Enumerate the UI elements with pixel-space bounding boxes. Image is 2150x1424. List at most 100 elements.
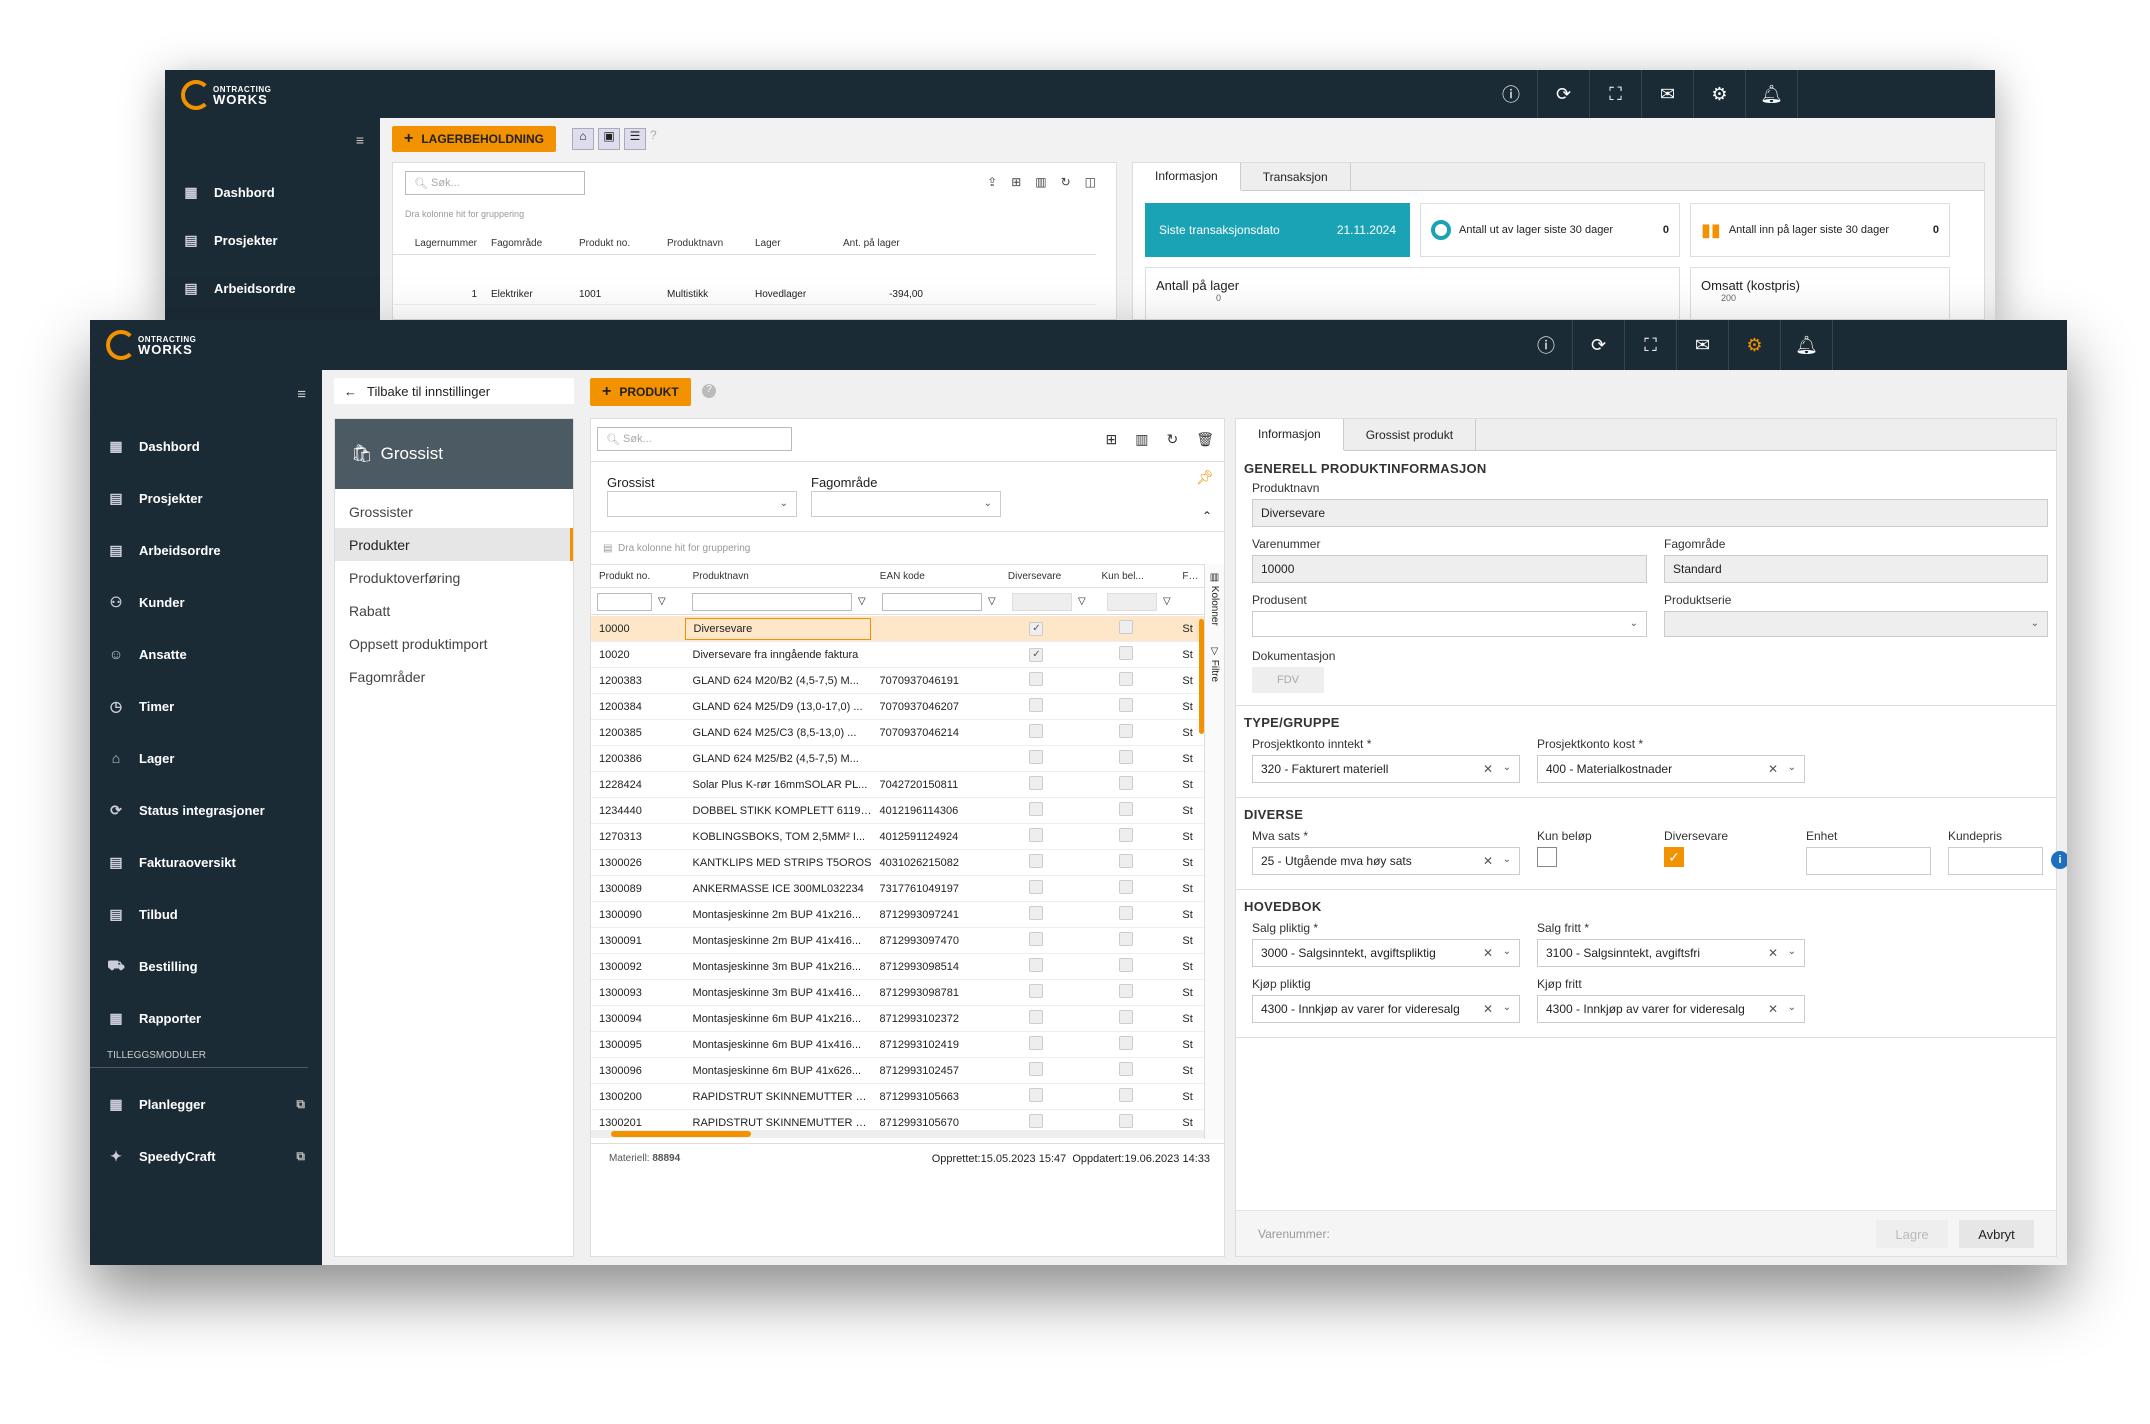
menu-item-produkter[interactable]: Produkter <box>335 528 573 561</box>
filter-input[interactable] <box>597 592 652 611</box>
sidebar-item-prosjekter[interactable]: ▤ Prosjekter <box>165 216 380 264</box>
kun-belop-checkbox[interactable] <box>1119 1062 1134 1076</box>
menu-collapse-icon[interactable]: ≡ <box>297 386 306 403</box>
kun-belop-checkbox[interactable] <box>1537 847 1557 867</box>
chevron-up-icon[interactable]: ⌃ <box>1202 509 1212 523</box>
kun-belop-checkbox[interactable] <box>1119 854 1134 868</box>
tab-transaksjon[interactable]: Transaksjon <box>1241 163 1351 190</box>
table-row[interactable]: 1300094 Montasjeskinne 6m BUP 41x216... 87… <box>591 1006 1204 1032</box>
back-link[interactable]: ← Tilbake til innstillinger <box>334 378 574 404</box>
tab-kolonner[interactable]: ▥ Kolonner <box>1209 572 1220 626</box>
kun-belop-checkbox[interactable] <box>1119 880 1134 894</box>
column-header-kun-belop[interactable]: Kun bel... <box>1094 571 1175 582</box>
table-row[interactable]: 1270313 KOBLINGSBOKS, TOM 2,5MM² I... 4012… <box>591 824 1204 850</box>
table-row[interactable]: 1300093 Montasjeskinne 3m BUP 41x416... 87… <box>591 980 1204 1006</box>
kun-belop-checkbox[interactable] <box>1119 1010 1134 1024</box>
salg-pliktig-select[interactable]: 3000 - Salgsinntekt, avgiftspliktig ✕ ⌄ <box>1252 939 1520 967</box>
horizontal-scrollbar[interactable] <box>591 1130 1204 1138</box>
kun-belop-checkbox[interactable] <box>1119 620 1134 634</box>
sidebar-item-tilbud[interactable]: ▤ Tilbud <box>90 888 322 940</box>
table-row[interactable]: 1300200 RAPIDSTRUT SKINNEMUTTER M... 87129… <box>591 1084 1204 1110</box>
filter-icon[interactable]: ▽ <box>658 596 666 607</box>
kun-belop-checkbox[interactable] <box>1119 984 1134 998</box>
scrollbar-thumb[interactable] <box>611 1131 751 1137</box>
menu-collapse-icon[interactable]: ≡ <box>356 132 364 148</box>
table-row[interactable]: 1234440 DOBBEL STIKK KOMPLETT 61194... 401… <box>591 798 1204 824</box>
sync-icon[interactable]: ⟳ <box>1537 70 1589 118</box>
column-header[interactable]: Lager <box>747 238 835 249</box>
filter-input[interactable] <box>1012 592 1072 611</box>
diversevare-checkbox[interactable] <box>1029 958 1044 972</box>
clear-icon[interactable]: ✕ <box>1483 854 1493 868</box>
diversevare-checkbox[interactable] <box>1029 750 1044 764</box>
clear-icon[interactable]: ✕ <box>1483 946 1493 960</box>
menu-item-fagomrader[interactable]: Fagområder <box>335 660 573 693</box>
warehouse-icon[interactable]: ⌂ <box>572 128 594 150</box>
diversevare-checkbox[interactable] <box>1029 724 1044 738</box>
table-row[interactable]: 1200383 GLAND 624 M20/B2 (4,5-7,5) M... 70… <box>591 668 1204 694</box>
fullscreen-icon[interactable]: ⛶ <box>1624 320 1676 370</box>
table-row[interactable]: 1300095 Montasjeskinne 6m BUP 41x416... 87… <box>591 1032 1204 1058</box>
refresh-icon[interactable]: ↻ <box>1166 431 1178 448</box>
column-header[interactable]: Produkt no. <box>571 238 659 249</box>
konto-kost-select[interactable]: 400 - Materialkostnader ✕ ⌄ <box>1537 755 1805 783</box>
diversevare-checkbox[interactable]: ✓ <box>1029 647 1044 662</box>
produsent-select[interactable]: ⌄ <box>1252 611 1647 637</box>
clear-icon[interactable]: ✕ <box>1483 762 1493 776</box>
search-input[interactable]: 🔍︎ Søk... <box>597 427 792 451</box>
sidebar-item-speedycraft[interactable]: ✦ SpeedyCraft ⧉ <box>90 1130 322 1182</box>
list-view-icon[interactable]: ☰ <box>624 128 646 150</box>
kun-belop-checkbox[interactable] <box>1119 906 1134 920</box>
tab-grossist-produkt[interactable]: Grossist produkt <box>1344 419 1477 450</box>
column-header-produkt-no[interactable]: Produkt no. <box>591 571 685 582</box>
tab-filtre[interactable]: ▽ Filtre <box>1209 646 1220 682</box>
varenummer-field[interactable]: 10000 <box>1252 555 1647 583</box>
table-row[interactable]: 1300092 Montasjeskinne 3m BUP 41x216... 87… <box>591 954 1204 980</box>
excel-icon[interactable]: ⊞ <box>1106 431 1118 448</box>
enhet-input[interactable] <box>1806 847 1931 875</box>
table-row[interactable]: 1200386 GLAND 624 M25/B2 (4,5-7,5) M... St <box>591 746 1204 772</box>
table-row[interactable]: 1300090 Montasjeskinne 2m BUP 41x216... 87… <box>591 902 1204 928</box>
table-row[interactable]: 1300091 Montasjeskinne 2m BUP 41x416... 87… <box>591 928 1204 954</box>
save-button[interactable]: Lagre <box>1876 1220 1948 1248</box>
kun-belop-checkbox[interactable] <box>1119 828 1134 842</box>
refresh-icon[interactable]: ↻ <box>1061 175 1071 189</box>
export-icon[interactable]: ⇪ <box>987 175 997 189</box>
diversevare-checkbox[interactable]: ✓ <box>1664 847 1684 867</box>
fagomrade-field[interactable]: Standard <box>1664 555 2048 583</box>
info-icon[interactable]: i <box>2051 851 2067 869</box>
tab-informasjon[interactable]: Informasjon <box>1133 163 1241 191</box>
menu-item-produktoverforing[interactable]: Produktoverføring <box>335 561 573 594</box>
columns-icon[interactable]: ▥ <box>1135 431 1148 448</box>
sidebar-item-arbeidsordre[interactable]: ▤ Arbeidsordre <box>165 264 380 312</box>
column-header[interactable]: Lagernummer <box>393 238 483 249</box>
table-row[interactable]: 1300096 Montasjeskinne 6m BUP 41x626... 87… <box>591 1058 1204 1084</box>
column-header[interactable]: Produktnavn <box>659 238 747 249</box>
delete-icon[interactable]: 🗑︎ <box>1196 431 1214 448</box>
filter-input[interactable] <box>692 592 852 611</box>
help-icon[interactable]: ? <box>702 384 716 398</box>
fullscreen-icon[interactable]: ⛶ <box>1589 70 1641 118</box>
diversevare-checkbox[interactable]: ✓ <box>1029 621 1044 636</box>
diversevare-checkbox[interactable] <box>1029 828 1044 842</box>
diversevare-checkbox[interactable] <box>1029 1114 1044 1128</box>
add-produkt-button[interactable]: + PRODUKT <box>590 378 691 406</box>
mva-select[interactable]: 25 - Utgående mva høy sats ✕ ⌄ <box>1252 847 1520 875</box>
filter-input[interactable] <box>882 592 982 611</box>
info-icon[interactable]: ⓘ <box>1485 70 1537 118</box>
kun-belop-checkbox[interactable] <box>1119 646 1134 660</box>
add-lagerbeholdning-button[interactable]: + LAGERBEHOLDNING <box>392 126 557 152</box>
kun-belop-checkbox[interactable] <box>1119 1088 1134 1102</box>
column-header[interactable]: Fagområde <box>483 238 571 249</box>
sidebar-item-lager[interactable]: ⌂ Lager <box>90 732 322 784</box>
diversevare-checkbox[interactable] <box>1029 880 1044 894</box>
fdv-button[interactable]: FDV <box>1252 667 1324 693</box>
sidebar-item-rapporter[interactable]: ▦ Rapporter <box>90 992 322 1044</box>
clear-icon[interactable]: ✕ <box>1768 946 1778 960</box>
clear-icon[interactable]: ✕ <box>1483 1002 1493 1016</box>
table-row[interactable]: 1300201 RAPIDSTRUT SKINNEMUTTER M... 87129… <box>591 1110 1204 1128</box>
salg-fritt-select[interactable]: 3100 - Salgsinntekt, avgiftsfri ✕ ⌄ <box>1537 939 1805 967</box>
gear-icon[interactable]: ⚙ <box>1693 70 1745 118</box>
diversevare-checkbox[interactable] <box>1029 906 1044 920</box>
diversevare-checkbox[interactable] <box>1029 984 1044 998</box>
